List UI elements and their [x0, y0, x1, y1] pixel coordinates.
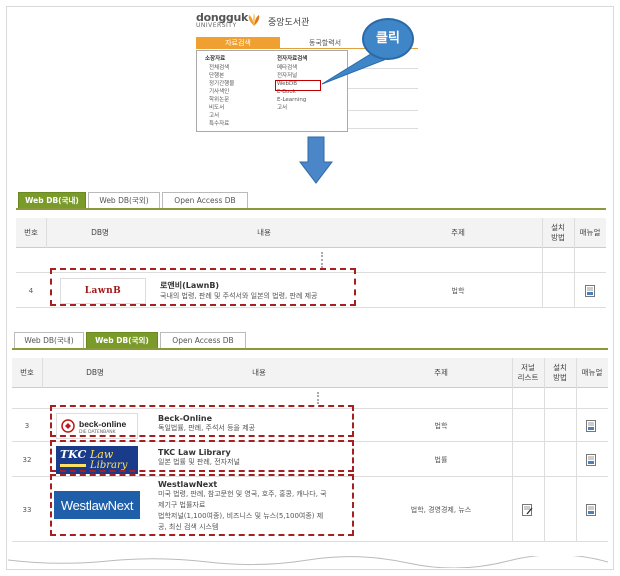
university-logo: dongguk UNIVERSITY 중앙도서관: [196, 10, 356, 32]
divider: [348, 68, 418, 69]
holdings-column: 소장자료 전체검색 단행본 정기간행물 기사색인 학위논문 비도서 고서 특수자…: [205, 55, 234, 128]
holdings-item[interactable]: 단행본: [205, 72, 234, 80]
db-subject: 법학: [451, 287, 465, 295]
menu-other[interactable]: 동국할력서: [290, 37, 360, 49]
manual-icon[interactable]: [586, 420, 597, 432]
divider: [348, 110, 418, 111]
omission-dots: [321, 252, 323, 268]
panel2-tabs: Web DB(국내) Web DB(국외) Open Access DB: [14, 332, 254, 348]
divider: [576, 358, 577, 542]
row-number: 33: [22, 506, 32, 514]
divider: [46, 218, 47, 248]
row-number: 32: [22, 456, 32, 464]
holdings-item[interactable]: 학위논문: [205, 96, 234, 104]
header-no: 번호: [20, 368, 34, 377]
panel1-tabs: Web DB(국내) Web DB(국외) Open Access DB: [18, 192, 258, 208]
header-subject: 주제: [434, 368, 448, 377]
header-journal: 저널 리스트: [517, 363, 539, 382]
holdings-item[interactable]: 기사색인: [205, 88, 234, 96]
db-subject: 법학: [434, 422, 448, 430]
header-dbname: DB명: [86, 368, 104, 377]
eresources-item[interactable]: E-Learning: [277, 96, 307, 104]
holdings-item[interactable]: 특수자료: [205, 120, 234, 128]
torn-edge: [8, 556, 608, 568]
holdings-item[interactable]: 전체검색: [205, 64, 234, 72]
tab-open-access[interactable]: Open Access DB: [160, 332, 246, 348]
holdings-header: 소장자료: [205, 56, 226, 62]
tab-webdb-domestic[interactable]: Web DB(국내): [14, 332, 84, 348]
manual-icon[interactable]: [585, 285, 596, 297]
divider: [542, 218, 543, 308]
eresources-header: 전자자료검색: [277, 56, 308, 62]
tab-webdb-foreign[interactable]: Web DB(국외): [88, 192, 160, 208]
lotus-logo-icon: [248, 13, 260, 26]
header-dbname: DB명: [91, 228, 109, 237]
divider: [348, 128, 418, 129]
journal-list-icon[interactable]: [522, 504, 533, 516]
beck-highlight-box: [50, 405, 354, 437]
panel2-header-row: 번호 DB명 내용 주제 저널 리스트 설치 방법 매뉴얼: [12, 358, 608, 388]
holdings-item[interactable]: 정기간행물: [205, 80, 234, 88]
panel1-header-row: 번호 DB명 내용 주제 설치 방법 매뉴얼: [16, 218, 606, 248]
header-install: 설치 방법: [551, 223, 565, 242]
eresources-item[interactable]: 메타검색: [277, 64, 307, 72]
row-number: 3: [24, 422, 30, 430]
divider: [348, 88, 418, 89]
eresources-item[interactable]: 고서: [277, 104, 307, 112]
manual-icon[interactable]: [586, 504, 597, 516]
tab-open-access[interactable]: Open Access DB: [162, 192, 248, 208]
tab-webdb-domestic[interactable]: Web DB(국내): [18, 192, 86, 208]
tab-webdb-foreign[interactable]: Web DB(국외): [86, 332, 158, 348]
divider: [574, 218, 575, 308]
omission-dots: [317, 392, 319, 404]
db-subject: 법학, 경영경제, 뉴스: [410, 506, 472, 514]
arrow-down-icon: [299, 136, 333, 184]
lawnb-highlight-box: [50, 268, 356, 306]
divider: [544, 358, 545, 542]
header-subject: 주제: [451, 228, 465, 237]
library-name: 중앙도서관: [268, 18, 310, 28]
menu-search[interactable]: 자료검색: [196, 37, 280, 49]
divider: [512, 358, 513, 542]
db-subject: 법률: [434, 456, 448, 464]
header-manual: 매뉴얼: [581, 368, 603, 377]
search-dropdown: 소장자료 전체검색 단행본 정기간행물 기사색인 학위논문 비도서 고서 특수자…: [196, 50, 348, 132]
webdb-highlight-box: [275, 80, 321, 91]
header-content: 내용: [257, 228, 271, 237]
divider: [42, 358, 43, 388]
header-no: 번호: [24, 228, 38, 237]
manual-icon[interactable]: [586, 454, 597, 466]
holdings-item[interactable]: 비도서: [205, 104, 234, 112]
click-callout: 클릭: [362, 18, 414, 60]
tkc-highlight-box: [50, 440, 354, 472]
header-manual: 매뉴얼: [579, 228, 601, 237]
header-content: 내용: [252, 368, 266, 377]
westlaw-highlight-box: [50, 474, 354, 536]
eresources-item[interactable]: 전자저널: [277, 72, 307, 80]
university-subname: UNIVERSITY: [196, 22, 237, 29]
header-install: 설치 방법: [553, 363, 567, 382]
holdings-item[interactable]: 고서: [205, 112, 234, 120]
row-number: 4: [28, 287, 34, 295]
